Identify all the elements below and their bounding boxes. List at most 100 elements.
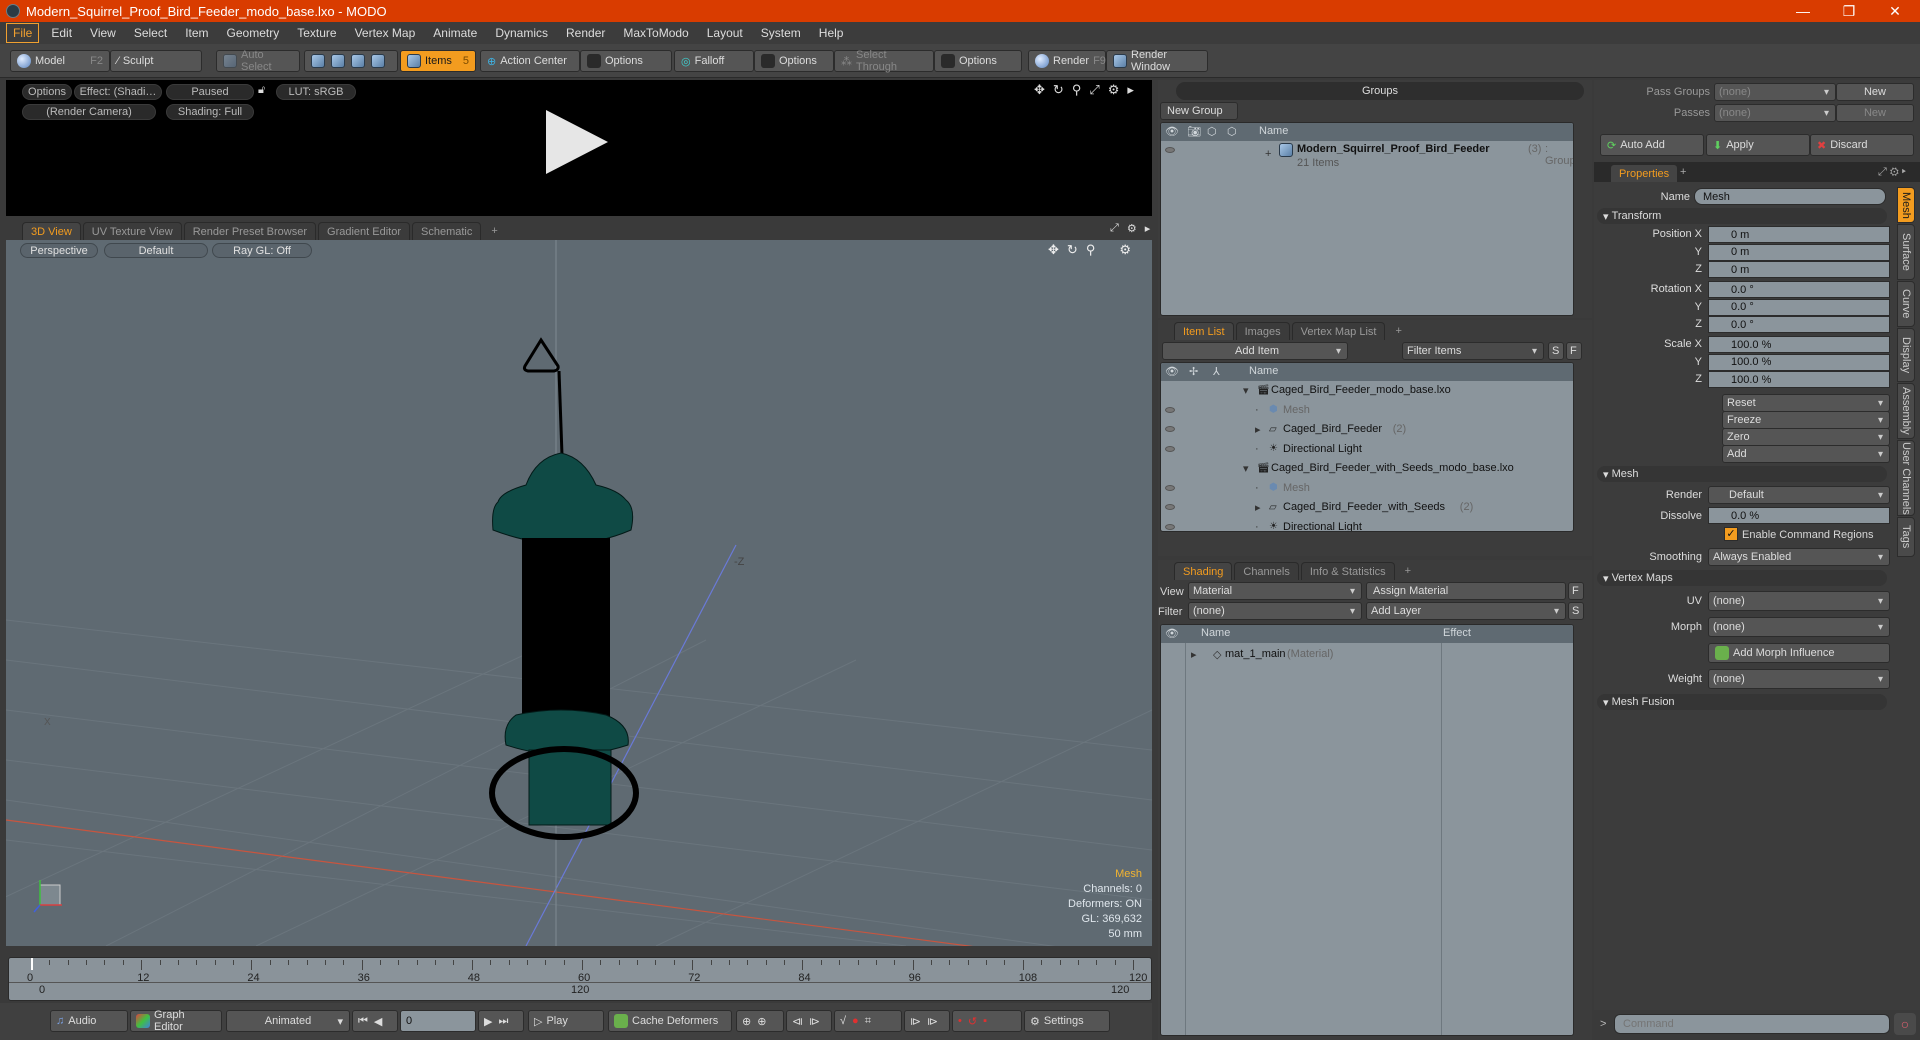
item-row[interactable]: · ⬢ Mesh: [1161, 401, 1573, 419]
freeze-dropdown[interactable]: Freeze: [1722, 411, 1890, 429]
cycle-key-icon[interactable]: ↺: [968, 1015, 977, 1028]
tab-gradient-editor[interactable]: Gradient Editor: [318, 222, 410, 240]
tab-channels[interactable]: Channels: [1234, 562, 1299, 580]
filter-dropdown[interactable]: (none): [1188, 602, 1362, 620]
group-row[interactable]: + Modern_Squirrel_Proof_Bird_Feeder (3) …: [1161, 141, 1573, 171]
dissolve-input[interactable]: 0.0 %: [1708, 507, 1890, 524]
tab-info-statistics[interactable]: Info & Statistics: [1300, 562, 1395, 580]
side-tab-tags[interactable]: Tags: [1897, 517, 1915, 557]
playhead[interactable]: [31, 958, 33, 970]
timeline[interactable]: 0 12 24 36 48 60 72 84 96 108 120 0 120 120: [8, 957, 1152, 1001]
cache-deformers-button[interactable]: Cache Deformers: [608, 1010, 732, 1032]
enable-command-regions-checkbox[interactable]: ✓: [1724, 527, 1738, 541]
menu-select[interactable]: Select: [128, 24, 173, 42]
menu-view[interactable]: View: [84, 24, 122, 42]
gear-icon[interactable]: ⚙: [1127, 222, 1137, 235]
tab-3d-view[interactable]: 3D View: [22, 222, 81, 240]
materials-mode-icon[interactable]: [371, 54, 385, 68]
close-button[interactable]: ✕: [1872, 0, 1918, 22]
pan-icon[interactable]: ✥: [1034, 82, 1045, 98]
filter-items-input[interactable]: Filter Items: [1402, 342, 1544, 360]
gear-icon[interactable]: ⚙: [1108, 82, 1120, 98]
side-tab-user-channels[interactable]: User Channels: [1897, 440, 1915, 516]
visibility-toggle[interactable]: [1165, 504, 1175, 510]
frame-input[interactable]: 0: [400, 1010, 476, 1032]
add-tab-button[interactable]: +: [1387, 322, 1409, 340]
restore-button[interactable]: ❐: [1826, 0, 1872, 22]
expand-arrow-icon[interactable]: ▸: [1255, 501, 1261, 514]
render-camera-dropdown[interactable]: (Render Camera): [22, 104, 156, 120]
vertex-maps-section[interactable]: ▾ Vertex Maps: [1597, 570, 1887, 586]
3d-viewport[interactable]: -Z X Perspective Default Ray GL: Off ✥ ↻…: [6, 240, 1152, 946]
side-tab-assembly[interactable]: Assembly: [1897, 383, 1915, 439]
menu-dynamics[interactable]: Dynamics: [489, 24, 554, 42]
new-pass-group-button[interactable]: New: [1836, 83, 1914, 101]
edges-mode-icon[interactable]: [331, 54, 345, 68]
add-morph-influence-button[interactable]: Add Morph Influence: [1708, 643, 1890, 663]
render-paused-button[interactable]: Paused: [166, 84, 254, 100]
add-tab-button[interactable]: +: [1680, 166, 1686, 178]
position-z-input[interactable]: 0 m: [1708, 261, 1890, 278]
lut-dropdown[interactable]: LUT: sRGB: [276, 84, 356, 100]
passes-dropdown[interactable]: (none): [1714, 104, 1836, 122]
tab-shading[interactable]: Shading: [1174, 562, 1233, 580]
tab-render-preset-browser[interactable]: Render Preset Browser: [183, 222, 317, 240]
view-dropdown[interactable]: Material: [1188, 582, 1362, 600]
prev-key-icon[interactable]: ⧏: [792, 1015, 803, 1028]
settings-button[interactable]: ⚙ Settings: [1024, 1010, 1110, 1032]
play-render-icon[interactable]: [546, 110, 608, 174]
render-window-button[interactable]: Render Window: [1106, 49, 1208, 73]
pan-icon[interactable]: ✥: [1048, 242, 1059, 258]
render-effect-dropdown[interactable]: Effect: (Shadi…: [74, 84, 162, 100]
add-dropdown[interactable]: Add: [1722, 445, 1890, 463]
add-tab-button[interactable]: +: [1397, 562, 1419, 580]
morph-dropdown[interactable]: (none): [1708, 617, 1890, 637]
expand-arrow-icon[interactable]: ▸: [1127, 82, 1134, 98]
menu-help[interactable]: Help: [813, 24, 850, 42]
tab-schematic[interactable]: Schematic: [412, 222, 482, 240]
menu-item[interactable]: Item: [179, 24, 214, 42]
menu-layout[interactable]: Layout: [701, 24, 749, 42]
expand-arrow-icon[interactable]: ▸: [1191, 648, 1197, 661]
expand-arrow-icon[interactable]: ▸: [1255, 423, 1261, 436]
record-icon[interactable]: ●: [852, 1015, 859, 1027]
tab-item-list[interactable]: Item List: [1174, 322, 1234, 340]
side-tab-mesh[interactable]: Mesh: [1897, 187, 1915, 223]
uv-dropdown[interactable]: (none): [1708, 591, 1890, 611]
name-input[interactable]: Mesh: [1694, 188, 1886, 205]
add-tab-button[interactable]: +: [483, 222, 505, 240]
delete-key-icon[interactable]: ▪: [983, 1015, 987, 1027]
side-tab-surface[interactable]: Surface: [1897, 224, 1915, 280]
command-input[interactable]: [1614, 1014, 1890, 1034]
zoom-icon[interactable]: ⚲: [1086, 242, 1096, 258]
tab-images[interactable]: Images: [1235, 322, 1290, 340]
visibility-toggle[interactable]: [1165, 445, 1175, 452]
tab-vertex-map-list[interactable]: Vertex Map List: [1291, 322, 1386, 340]
render-button[interactable]: Render F9: [1028, 50, 1106, 72]
action-center-button[interactable]: ⊕ Action Center: [480, 50, 580, 72]
side-tab-display[interactable]: Display: [1897, 328, 1915, 382]
sculpt-mode-button[interactable]: ⁄ Sculpt: [110, 50, 202, 72]
rotation-z-input[interactable]: 0.0 °: [1708, 316, 1890, 333]
polygons-mode-icon[interactable]: [351, 54, 365, 68]
f-button[interactable]: F: [1566, 342, 1582, 360]
auto-key-icon[interactable]: √: [840, 1015, 846, 1027]
graph-editor-button[interactable]: Graph Editor: [130, 1009, 222, 1033]
add-item-dropdown[interactable]: Add Item: [1162, 342, 1348, 360]
key-down-icon[interactable]: ⊕: [757, 1015, 766, 1028]
perspective-dropdown[interactable]: Perspective: [20, 243, 98, 258]
select-through-button[interactable]: ⁂ Select Through: [834, 49, 934, 73]
animated-dropdown[interactable]: Animated ▾: [226, 1010, 350, 1032]
apply-button[interactable]: ⬇ Apply: [1706, 134, 1810, 156]
menu-vertex-map[interactable]: Vertex Map: [349, 24, 422, 42]
action-center-options-button[interactable]: Options: [580, 50, 672, 72]
add-layer-dropdown[interactable]: Add Layer: [1366, 602, 1566, 620]
gear-icon[interactable]: ⤢ ⚙ ▸: [1878, 166, 1906, 179]
item-row[interactable]: · ☀ Directional Light: [1161, 518, 1573, 531]
render-dropdown[interactable]: Default: [1708, 486, 1890, 504]
render-options-button[interactable]: Options: [22, 84, 72, 100]
menu-texture[interactable]: Texture: [291, 24, 342, 42]
new-group-button[interactable]: New Group: [1160, 102, 1238, 120]
auto-select-button[interactable]: Auto Select: [216, 49, 300, 73]
minimize-button[interactable]: —: [1780, 0, 1826, 22]
